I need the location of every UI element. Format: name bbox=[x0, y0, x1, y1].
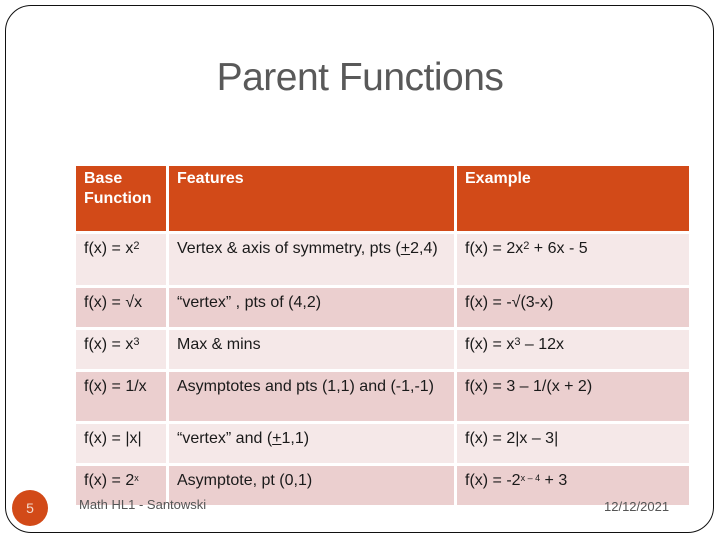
base-exponent: 2 bbox=[133, 240, 140, 252]
example-cell: f(x) = -√(3-x) bbox=[454, 285, 692, 330]
base-text: f(x) = |x| bbox=[84, 430, 142, 447]
features-text: Asymptote, pt (0,1) bbox=[177, 472, 313, 489]
base-text: f(x) = 1/x bbox=[84, 378, 147, 395]
footer-date: 12/12/2021 bbox=[604, 499, 670, 514]
example-exponent: 2 bbox=[523, 240, 530, 252]
features-cell: Asymptote, pt (0,1) bbox=[166, 463, 457, 508]
base-exponent: x bbox=[134, 473, 139, 483]
example-text: f(x) = 2x bbox=[465, 240, 524, 257]
parent-functions-table: Base Function Features Example f(x) = x2… bbox=[73, 163, 692, 508]
example-cell: f(x) = 2|x – 3| bbox=[454, 421, 692, 466]
features-cell: Asymptotes and pts (1,1) and (-1,-1) bbox=[166, 369, 457, 424]
footer-author: Math HL1 - Santowski bbox=[79, 497, 207, 512]
header-example: Example bbox=[454, 163, 692, 234]
example-cell: f(x) = x3 – 12x bbox=[454, 327, 692, 372]
base-text: f(x) = x bbox=[84, 240, 134, 257]
table-row: f(x) = x2 Vertex & axis of symmetry, pts… bbox=[73, 231, 692, 288]
example-text-end: + 6x - 5 bbox=[529, 240, 588, 257]
base-function-cell: f(x) = √x bbox=[73, 285, 169, 330]
example-text: f(x) = -√(3-x) bbox=[465, 294, 554, 311]
features-cell: “vertex” , pts of (4,2) bbox=[166, 285, 457, 330]
header-features: Features bbox=[166, 163, 457, 234]
features-text: Asymptotes and pts (1,1) and (-1,-1) bbox=[177, 378, 434, 395]
features-cell: Vertex & axis of symmetry, pts (+2,4) bbox=[166, 231, 457, 288]
example-cell: f(x) = 3 – 1/(x + 2) bbox=[454, 369, 692, 424]
table-row: f(x) = 1/x Asymptotes and pts (1,1) and … bbox=[73, 369, 692, 424]
base-text: f(x) = 2 bbox=[84, 472, 135, 489]
base-function-cell: f(x) = |x| bbox=[73, 421, 169, 466]
table-header-row: Base Function Features Example bbox=[73, 163, 692, 234]
header-base-function: Base Function bbox=[73, 163, 169, 234]
features-text-end: 2,4) bbox=[410, 240, 438, 257]
example-text: f(x) = -2 bbox=[465, 472, 521, 489]
base-exponent: 3 bbox=[133, 336, 140, 348]
example-cell: f(x) = 2x2 + 6x - 5 bbox=[454, 231, 692, 288]
base-function-cell: f(x) = 1/x bbox=[73, 369, 169, 424]
example-exponent: x – 4 bbox=[520, 473, 541, 483]
features-text-end: 1,1) bbox=[281, 430, 310, 447]
plus-minus-symbol: + bbox=[400, 240, 411, 257]
table-row: f(x) = |x| “vertex” and (+1,1) f(x) = 2|… bbox=[73, 421, 692, 466]
base-function-cell: f(x) = x3 bbox=[73, 327, 169, 372]
features-text: “vertex” and ( bbox=[177, 430, 273, 447]
table-row: f(x) = √x “vertex” , pts of (4,2) f(x) =… bbox=[73, 285, 692, 330]
features-cell: Max & mins bbox=[166, 327, 457, 372]
slide-title: Parent Functions bbox=[216, 56, 504, 99]
example-text: f(x) = 2|x – 3| bbox=[465, 430, 559, 447]
example-text-end: – 12x bbox=[520, 336, 565, 353]
features-text: “vertex” , pts of (4,2) bbox=[177, 294, 322, 311]
features-text: Max & mins bbox=[177, 336, 261, 353]
base-text: f(x) = √x bbox=[84, 294, 143, 311]
example-text-end: + 3 bbox=[540, 472, 568, 489]
base-function-cell: f(x) = x2 bbox=[73, 231, 169, 288]
example-exponent: 3 bbox=[514, 336, 521, 348]
example-text: f(x) = x bbox=[465, 336, 515, 353]
base-text: f(x) = x bbox=[84, 336, 134, 353]
features-cell: “vertex” and (+1,1) bbox=[166, 421, 457, 466]
table-row: f(x) = x3 Max & mins f(x) = x3 – 12x bbox=[73, 327, 692, 372]
example-text: f(x) = 3 – 1/(x + 2) bbox=[465, 378, 593, 395]
features-text: Vertex & axis of symmetry, pts ( bbox=[177, 240, 401, 257]
slide-number-badge: 5 bbox=[12, 490, 48, 526]
